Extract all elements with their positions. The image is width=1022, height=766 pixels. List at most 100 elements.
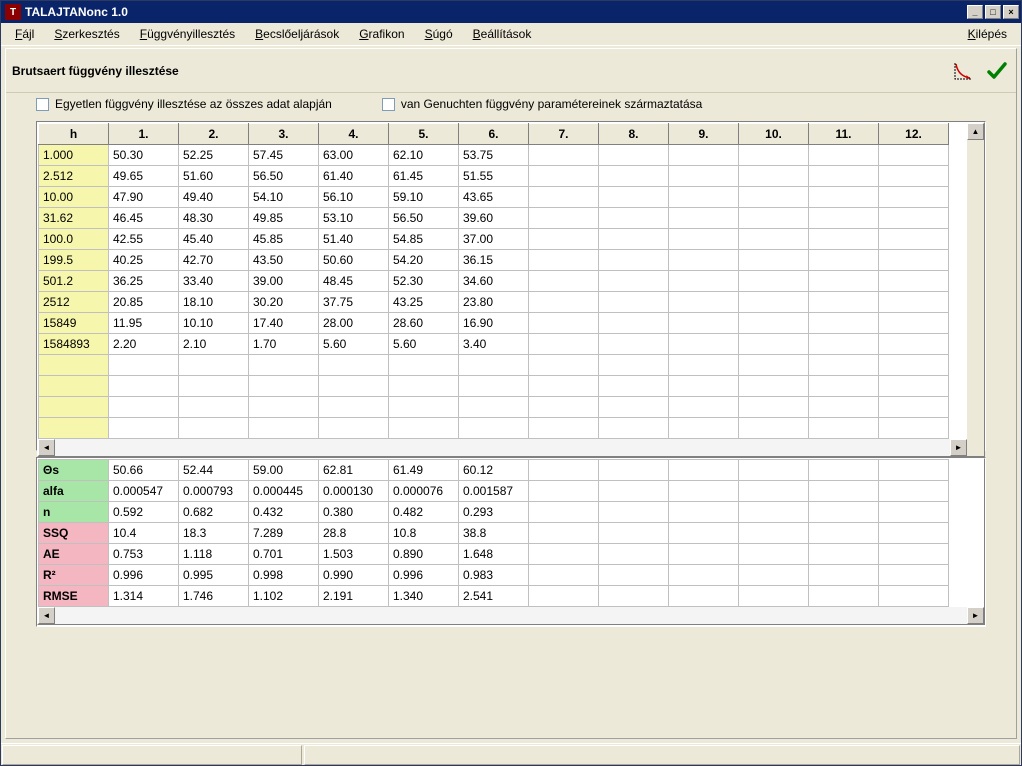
checkbox-van-genuchten[interactable]: van Genuchten függvény paramétereinek sz… <box>382 97 703 111</box>
data-cell[interactable] <box>809 292 879 313</box>
data-cell[interactable] <box>809 544 879 565</box>
data-cell[interactable] <box>809 523 879 544</box>
data-cell[interactable] <box>529 271 599 292</box>
row-header-h[interactable]: 2512 <box>39 292 109 313</box>
data-cell[interactable] <box>739 481 809 502</box>
column-header[interactable]: 8. <box>599 124 669 145</box>
data-cell[interactable] <box>599 460 669 481</box>
data-cell[interactable] <box>459 376 529 397</box>
data-cell[interactable] <box>739 313 809 334</box>
data-cell[interactable] <box>599 565 669 586</box>
data-cell[interactable] <box>809 481 879 502</box>
data-cell[interactable] <box>879 460 949 481</box>
data-cell[interactable] <box>599 397 669 418</box>
menu-settings[interactable]: Beállítások <box>463 25 542 43</box>
data-cell[interactable]: 18.10 <box>179 292 249 313</box>
data-cell[interactable] <box>809 502 879 523</box>
data-grid-1[interactable]: h1.2.3.4.5.6.7.8.9.10.11.12. 1.00050.305… <box>38 123 949 439</box>
row-header-h[interactable]: 1.000 <box>39 145 109 166</box>
data-cell[interactable] <box>599 481 669 502</box>
data-cell[interactable]: 16.90 <box>459 313 529 334</box>
data-cell[interactable]: 0.990 <box>319 565 389 586</box>
data-cell[interactable]: 61.45 <box>389 166 459 187</box>
data-cell[interactable] <box>599 334 669 355</box>
data-cell[interactable] <box>669 502 739 523</box>
data-cell[interactable] <box>739 145 809 166</box>
data-cell[interactable] <box>319 397 389 418</box>
data-cell[interactable]: 23.80 <box>459 292 529 313</box>
column-header[interactable]: 10. <box>739 124 809 145</box>
data-cell[interactable] <box>529 523 599 544</box>
data-cell[interactable] <box>669 208 739 229</box>
data-cell[interactable]: 56.10 <box>319 187 389 208</box>
data-cell[interactable] <box>669 229 739 250</box>
column-header[interactable]: h <box>39 124 109 145</box>
data-cell[interactable]: 49.40 <box>179 187 249 208</box>
data-cell[interactable] <box>529 313 599 334</box>
data-cell[interactable] <box>389 376 459 397</box>
data-cell[interactable] <box>739 376 809 397</box>
data-cell[interactable] <box>809 355 879 376</box>
data-cell[interactable] <box>319 376 389 397</box>
column-header[interactable]: 2. <box>179 124 249 145</box>
data-cell[interactable]: 59.00 <box>249 460 319 481</box>
data-cell[interactable] <box>669 292 739 313</box>
data-cell[interactable]: 0.380 <box>319 502 389 523</box>
data-cell[interactable]: 0.000076 <box>389 481 459 502</box>
data-cell[interactable] <box>879 565 949 586</box>
menu-estimation[interactable]: Becslőeljárások <box>245 25 349 43</box>
data-cell[interactable] <box>599 166 669 187</box>
data-cell[interactable] <box>459 418 529 439</box>
row-header-h[interactable]: 501.2 <box>39 271 109 292</box>
data-cell[interactable]: 5.60 <box>319 334 389 355</box>
data-cell[interactable]: 39.60 <box>459 208 529 229</box>
data-cell[interactable]: 28.00 <box>319 313 389 334</box>
data-cell[interactable] <box>879 586 949 607</box>
data-cell[interactable]: 50.60 <box>319 250 389 271</box>
data-cell[interactable]: 1.746 <box>179 586 249 607</box>
data-cell[interactable] <box>669 418 739 439</box>
data-cell[interactable] <box>809 565 879 586</box>
data-cell[interactable] <box>529 229 599 250</box>
data-cell[interactable]: 54.20 <box>389 250 459 271</box>
data-cell[interactable]: 2.20 <box>109 334 179 355</box>
data-cell[interactable]: 36.25 <box>109 271 179 292</box>
data-cell[interactable]: 0.753 <box>109 544 179 565</box>
data-cell[interactable] <box>109 376 179 397</box>
data-cell[interactable] <box>529 292 599 313</box>
data-cell[interactable] <box>179 418 249 439</box>
data-cell[interactable]: 0.996 <box>109 565 179 586</box>
data-cell[interactable]: 3.40 <box>459 334 529 355</box>
row-header-h[interactable]: 10.00 <box>39 187 109 208</box>
scroll-right-button[interactable]: ► <box>950 439 967 456</box>
scroll-track[interactable] <box>55 607 967 624</box>
data-cell[interactable]: 51.40 <box>319 229 389 250</box>
data-cell[interactable]: 33.40 <box>179 271 249 292</box>
checkbox-icon[interactable] <box>382 98 395 111</box>
data-cell[interactable] <box>879 187 949 208</box>
data-cell[interactable] <box>599 418 669 439</box>
data-cell[interactable] <box>529 187 599 208</box>
data-cell[interactable] <box>669 397 739 418</box>
row-header-h[interactable] <box>39 376 109 397</box>
data-cell[interactable] <box>529 565 599 586</box>
data-cell[interactable] <box>739 544 809 565</box>
data-cell[interactable]: 0.432 <box>249 502 319 523</box>
data-cell[interactable]: 51.60 <box>179 166 249 187</box>
data-cell[interactable]: 28.8 <box>319 523 389 544</box>
data-grid-2[interactable]: Θs50.6652.4459.0062.8161.4960.12alfa0.00… <box>38 459 949 607</box>
data-cell[interactable]: 52.25 <box>179 145 249 166</box>
data-cell[interactable] <box>739 250 809 271</box>
data-cell[interactable]: 1.503 <box>319 544 389 565</box>
data-cell[interactable] <box>389 418 459 439</box>
column-header[interactable]: 7. <box>529 124 599 145</box>
data-cell[interactable] <box>739 523 809 544</box>
data-cell[interactable]: 5.60 <box>389 334 459 355</box>
data-cell[interactable] <box>669 334 739 355</box>
data-cell[interactable] <box>739 166 809 187</box>
menu-exit[interactable]: Kilépés <box>958 25 1017 43</box>
data-cell[interactable]: 61.40 <box>319 166 389 187</box>
row-header-param[interactable]: R² <box>39 565 109 586</box>
data-cell[interactable] <box>879 334 949 355</box>
column-header[interactable]: 6. <box>459 124 529 145</box>
